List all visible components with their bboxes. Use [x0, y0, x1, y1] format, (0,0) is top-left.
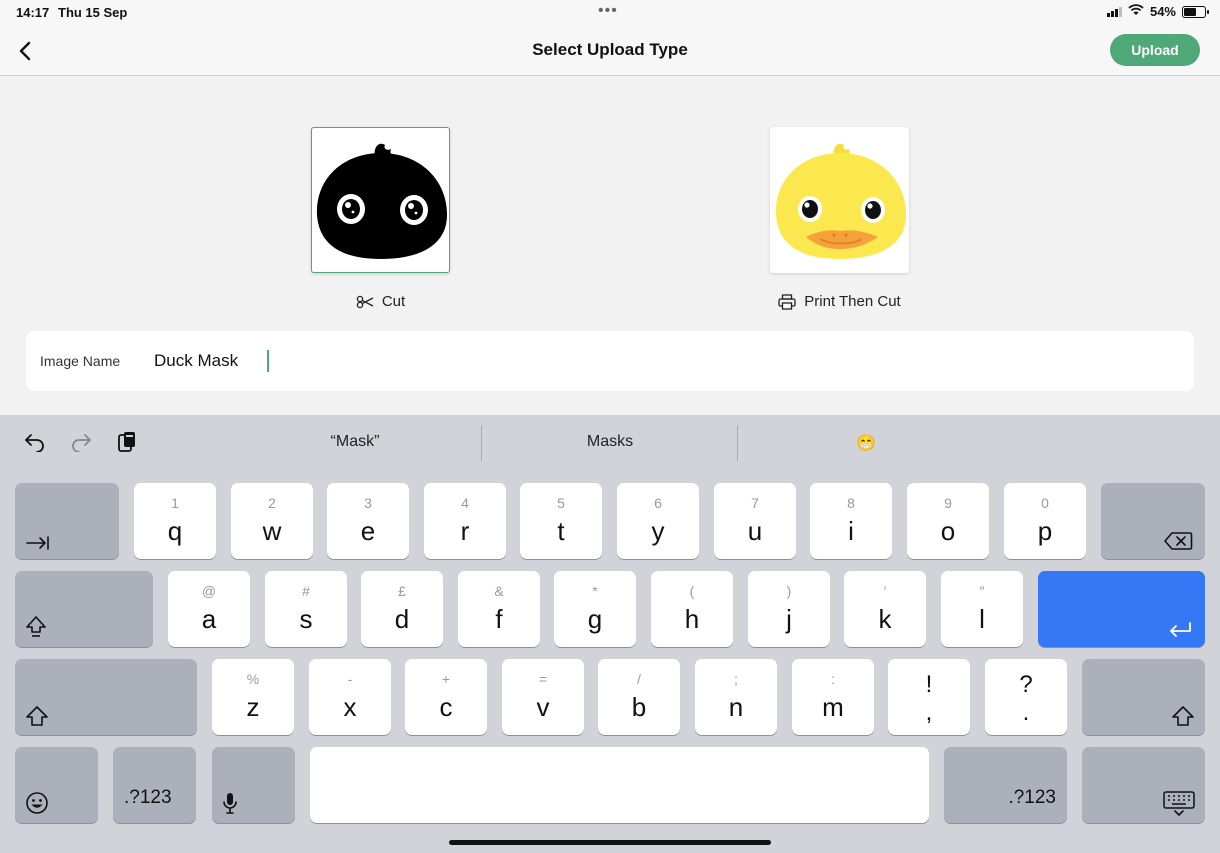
- key-x[interactable]: -x: [309, 659, 391, 735]
- suggestion-bar: “Mask” Masks 😁: [0, 415, 1220, 471]
- key-t[interactable]: 5t: [520, 483, 602, 559]
- key-f[interactable]: & f: [458, 571, 540, 647]
- key-r[interactable]: 4r: [424, 483, 506, 559]
- backspace-icon: [1164, 532, 1193, 550]
- image-name-label: Image Name: [40, 353, 121, 369]
- return-icon: [1170, 622, 1191, 637]
- suggestion-divider: [737, 425, 738, 461]
- key-h[interactable]: (h: [651, 571, 733, 647]
- image-name-input[interactable]: Duck Mask: [154, 351, 238, 371]
- shift-key-right[interactable]: [1082, 659, 1205, 735]
- key-w[interactable]: 2w: [231, 483, 313, 559]
- scissors-icon: [356, 295, 374, 308]
- cut-label[interactable]: Cut: [311, 293, 450, 310]
- key-p[interactable]: 0p: [1004, 483, 1086, 559]
- key-c[interactable]: + c: [405, 659, 487, 735]
- onscreen-keyboard: “Mask” Masks 😁 1q 2w 3e 4r 5t 6y 7u 8i 9…: [0, 415, 1220, 853]
- suggestion-2[interactable]: Masks: [490, 433, 730, 451]
- wifi-icon: [1128, 4, 1144, 19]
- key-exclaim-comma[interactable]: !,: [888, 659, 970, 735]
- option-cut[interactable]: Cut: [311, 127, 450, 310]
- navigation-bar: Select Upload Type Upload: [0, 26, 1220, 76]
- numbers-key-right[interactable]: .?123: [944, 747, 1067, 823]
- clipboard-icon: [118, 432, 135, 452]
- space-key[interactable]: [310, 747, 929, 823]
- cut-preview-card[interactable]: [311, 127, 450, 273]
- suggestion-3[interactable]: 😁: [746, 433, 986, 453]
- backspace-key[interactable]: [1101, 483, 1205, 559]
- key-o[interactable]: 9o: [907, 483, 989, 559]
- duck-color-image: [775, 143, 906, 259]
- dictation-key[interactable]: [212, 747, 295, 823]
- text-caret: [267, 350, 269, 372]
- battery-percent: 54%: [1149, 4, 1176, 19]
- signal-icon: [1106, 6, 1122, 17]
- shift-icon: [26, 706, 48, 726]
- home-indicator[interactable]: [449, 840, 771, 845]
- key-q[interactable]: 1q: [134, 483, 216, 559]
- key-n[interactable]: ; n: [695, 659, 777, 735]
- tab-icon: [26, 536, 49, 550]
- undo-button[interactable]: [22, 429, 48, 455]
- page-title: Select Upload Type: [532, 40, 688, 59]
- multitasking-dots[interactable]: •••: [598, 2, 618, 20]
- return-key[interactable]: [1038, 571, 1205, 647]
- undo-icon: [25, 434, 44, 452]
- keyboard-dismiss-icon: [1163, 791, 1195, 816]
- caps-lock-icon: [26, 616, 46, 637]
- key-j[interactable]: ) j: [748, 571, 830, 647]
- emoji-key[interactable]: [15, 747, 98, 823]
- paste-button[interactable]: [114, 429, 140, 455]
- key-e[interactable]: 3e: [327, 483, 409, 559]
- suggestion-1[interactable]: “Mask”: [235, 433, 475, 451]
- key-d[interactable]: £ d: [361, 571, 443, 647]
- numbers-key-left[interactable]: .?123: [113, 747, 196, 823]
- key-s[interactable]: # s: [265, 571, 347, 647]
- emoji-icon: [26, 792, 48, 814]
- tab-key[interactable]: [15, 483, 119, 559]
- option-print-then-cut[interactable]: Print Then Cut: [770, 127, 909, 310]
- upload-type-content: Cut Print Then Cut Image Name Duck Mask: [0, 77, 1220, 415]
- key-z[interactable]: % z: [212, 659, 294, 735]
- status-date: Thu 15 Sep: [58, 5, 128, 20]
- duck-silhouette-image: [316, 143, 447, 259]
- caps-lock-key[interactable]: [15, 571, 153, 647]
- key-y[interactable]: 6y: [617, 483, 699, 559]
- key-b[interactable]: / b: [598, 659, 680, 735]
- print-then-cut-label[interactable]: Print Then Cut: [770, 293, 909, 310]
- shift-icon: [1172, 706, 1194, 726]
- status-indicators: 54%: [1106, 4, 1209, 19]
- key-v[interactable]: = v: [502, 659, 584, 735]
- battery-icon: [1182, 5, 1209, 18]
- print-then-cut-preview-card[interactable]: [770, 127, 909, 273]
- key-g[interactable]: * g: [554, 571, 636, 647]
- status-time: 14:17: [16, 5, 50, 20]
- image-name-field[interactable]: Image Name Duck Mask: [26, 331, 1194, 391]
- microphone-icon: [223, 793, 237, 814]
- key-k[interactable]: ′ k: [844, 571, 926, 647]
- suggestion-divider: [481, 425, 482, 461]
- dismiss-keyboard-key[interactable]: [1082, 747, 1205, 823]
- printer-icon: [778, 293, 796, 310]
- key-a[interactable]: @ a: [168, 571, 250, 647]
- status-bar: 14:17 Thu 15 Sep ••• 54%: [0, 0, 1220, 26]
- print-then-cut-label-text: Print Then Cut: [804, 293, 901, 310]
- key-m[interactable]: :m: [792, 659, 874, 735]
- key-question-period[interactable]: ?.: [985, 659, 1067, 735]
- shift-key-left[interactable]: [15, 659, 197, 735]
- redo-icon: [72, 434, 91, 452]
- key-i[interactable]: 8i: [810, 483, 892, 559]
- cut-label-text: Cut: [381, 293, 406, 310]
- key-u[interactable]: 7u: [714, 483, 796, 559]
- key-l[interactable]: ″ l: [941, 571, 1023, 647]
- upload-button[interactable]: Upload: [1110, 34, 1200, 66]
- redo-button[interactable]: [68, 429, 94, 455]
